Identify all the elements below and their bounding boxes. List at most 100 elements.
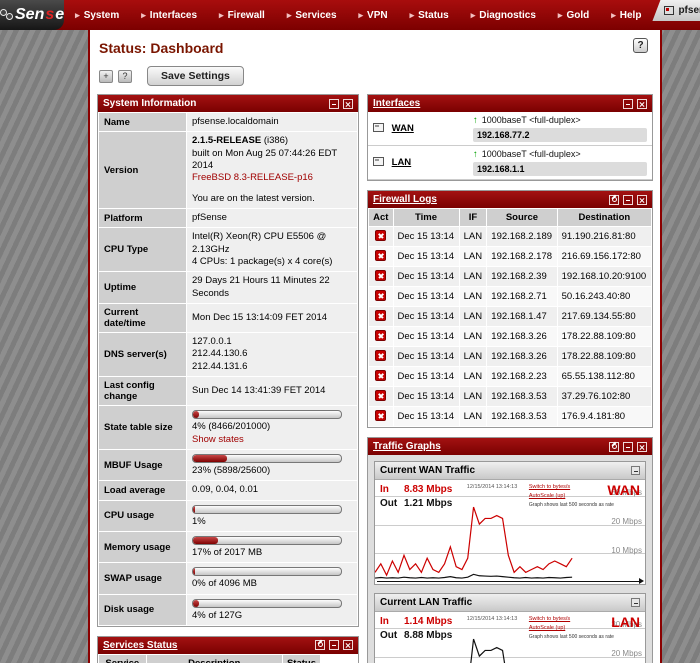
row-value: 29 Days 21 Hours 11 Minutes 22 Seconds <box>187 272 358 304</box>
col-destination: Destination <box>557 209 651 227</box>
minimize-icon[interactable] <box>329 640 339 650</box>
table-row: SWAP usage 0% of 4096 MB <box>99 563 358 594</box>
brand-text-red: s <box>45 6 54 24</box>
block-icon[interactable] <box>375 410 386 421</box>
interfaces-title[interactable]: Interfaces <box>373 98 619 109</box>
wan-label: WAN <box>607 482 640 498</box>
interface-media: 1000baseT <full-duplex> <box>482 149 581 159</box>
widget-help-icon[interactable]: ? <box>118 70 132 83</box>
close-icon[interactable] <box>637 442 647 452</box>
menu-item-status[interactable]: Status <box>399 10 460 21</box>
menu-item-firewall[interactable]: Firewall <box>208 10 276 21</box>
close-icon[interactable] <box>637 99 647 109</box>
traffic-graphs-panel: Traffic Graphs Current WAN Traffic <box>367 437 653 663</box>
disk-progressbar <box>192 599 342 608</box>
log-source: 192.168.3.26 <box>487 347 557 367</box>
row-label: CPU usage <box>99 500 187 531</box>
col-source: Source <box>487 209 557 227</box>
table-row: State table size 4% (8466/201000) Show s… <box>99 406 358 450</box>
row-value: 23% (5898/25600) <box>187 449 358 480</box>
menu-item-gold[interactable]: Gold <box>547 10 600 21</box>
block-icon[interactable] <box>375 350 386 361</box>
block-icon[interactable] <box>375 310 386 321</box>
add-widget-icon[interactable]: + <box>99 70 113 83</box>
menu-item-diagnostics[interactable]: Diagnostics <box>460 10 547 21</box>
row-value: 17% of 2017 MB <box>187 531 358 562</box>
log-destination: 65.55.138.112:80 <box>557 367 651 387</box>
widget-settings-icon[interactable] <box>609 442 619 452</box>
switch-to-bytes-link[interactable]: Switch to bytes/s <box>529 483 614 492</box>
pfsense-logo[interactable]: Sense <box>0 0 64 30</box>
show-states-link[interactable]: Show states <box>192 434 244 445</box>
widget-settings-icon[interactable] <box>609 195 619 205</box>
log-source: 192.168.2.178 <box>487 247 557 267</box>
minimize-icon[interactable] <box>623 442 633 452</box>
minimize-icon[interactable] <box>631 598 640 607</box>
switch-to-bytes-link[interactable]: Switch to bytes/s <box>529 615 614 624</box>
minimize-icon[interactable] <box>631 466 640 475</box>
autoscale-link[interactable]: AutoScale (up) <box>529 492 614 501</box>
block-icon[interactable] <box>375 370 386 381</box>
table-row: WAN ↑1000baseT <full-duplex> 192.168.77.… <box>368 112 652 146</box>
save-settings-button[interactable]: Save Settings <box>147 66 244 86</box>
block-icon[interactable] <box>375 390 386 401</box>
firewall-logs-header: Firewall Logs <box>368 191 652 208</box>
row-label: Load average <box>99 481 187 500</box>
services-status-title[interactable]: Services Status <box>103 640 311 651</box>
menu-item-interfaces[interactable]: Interfaces <box>130 10 208 21</box>
menu-item-help[interactable]: Help <box>600 10 652 21</box>
firewall-logs-panel: Firewall Logs Act Time IF Source Destina… <box>367 190 653 428</box>
row-value: 4% of 127G <box>187 594 358 625</box>
table-row: LAN ↑1000baseT <full-duplex> 192.168.1.1 <box>368 146 652 180</box>
interface-wan-link[interactable]: WAN <box>392 123 414 134</box>
freebsd-link[interactable]: FreeBSD 8.3-RELEASE-p16 <box>192 172 313 183</box>
autoscale-link[interactable]: AutoScale (up) <box>529 624 614 633</box>
lan-out-value: 8.88 Mbps <box>404 630 452 641</box>
row-label: Memory usage <box>99 531 187 562</box>
cpu-progressbar <box>192 505 342 514</box>
minimize-icon[interactable] <box>329 99 339 109</box>
wan-graph-header: Current WAN Traffic <box>375 462 645 480</box>
log-time: Dec 15 13:14 <box>393 407 459 427</box>
col-if: IF <box>459 209 487 227</box>
state-table-progressbar <box>192 410 342 419</box>
row-value: Intel(R) Xeon(R) CPU E5506 @ 2.13GHz 4 C… <box>187 228 358 272</box>
row-value: pfSense <box>187 209 358 228</box>
widget-settings-icon[interactable] <box>315 640 325 650</box>
log-destination: 192.168.10.20:9100 <box>557 267 651 287</box>
block-icon[interactable] <box>375 230 386 241</box>
log-source: 192.168.1.47 <box>487 307 557 327</box>
table-row: Dec 15 13:14LAN192.168.3.53176.9.4.181:8… <box>369 407 652 427</box>
version-built: built on Mon Aug 25 07:44:26 EDT 2014 <box>192 148 337 171</box>
system-information-table: Name pfsense.localdomain Version 2.1.5-R… <box>98 112 358 626</box>
log-source: 192.168.3.53 <box>487 387 557 407</box>
block-icon[interactable] <box>375 290 386 301</box>
minimize-icon[interactable] <box>623 195 633 205</box>
table-row: Name pfsense.localdomain <box>99 113 358 132</box>
lan-inout-readout: In1.14 Mbps Out8.88 Mbps <box>380 615 452 642</box>
block-icon[interactable] <box>375 330 386 341</box>
version-main: 2.1.5-RELEASE <box>192 135 261 146</box>
menu-item-system[interactable]: System <box>64 10 130 21</box>
menu-item-vpn[interactable]: VPN <box>348 10 399 21</box>
interface-lan-link[interactable]: LAN <box>392 157 412 168</box>
block-icon[interactable] <box>375 270 386 281</box>
interface-media: 1000baseT <full-duplex> <box>482 115 581 125</box>
swap-progressbar <box>192 567 342 576</box>
close-icon[interactable] <box>343 99 353 109</box>
traffic-graphs-title[interactable]: Traffic Graphs <box>373 441 605 452</box>
table-row: Dec 15 13:14LAN192.168.2.7150.16.243.40:… <box>369 287 652 307</box>
cpu-line2: 4 CPUs: 1 package(s) x 4 core(s) <box>192 256 332 267</box>
log-if: LAN <box>459 387 487 407</box>
row-label: Name <box>99 113 187 132</box>
table-row: DNS server(s) 127.0.0.1 212.44.130.6 212… <box>99 333 358 377</box>
close-icon[interactable] <box>343 640 353 650</box>
block-icon[interactable] <box>375 250 386 261</box>
firewall-logs-title[interactable]: Firewall Logs <box>373 194 605 205</box>
minimize-icon[interactable] <box>623 99 633 109</box>
row-value: 4% (8466/201000) Show states <box>187 406 358 450</box>
close-icon[interactable] <box>637 195 647 205</box>
table-row: CPU usage 1% <box>99 500 358 531</box>
help-icon[interactable]: ? <box>633 38 648 53</box>
menu-item-services[interactable]: Services <box>276 10 348 21</box>
